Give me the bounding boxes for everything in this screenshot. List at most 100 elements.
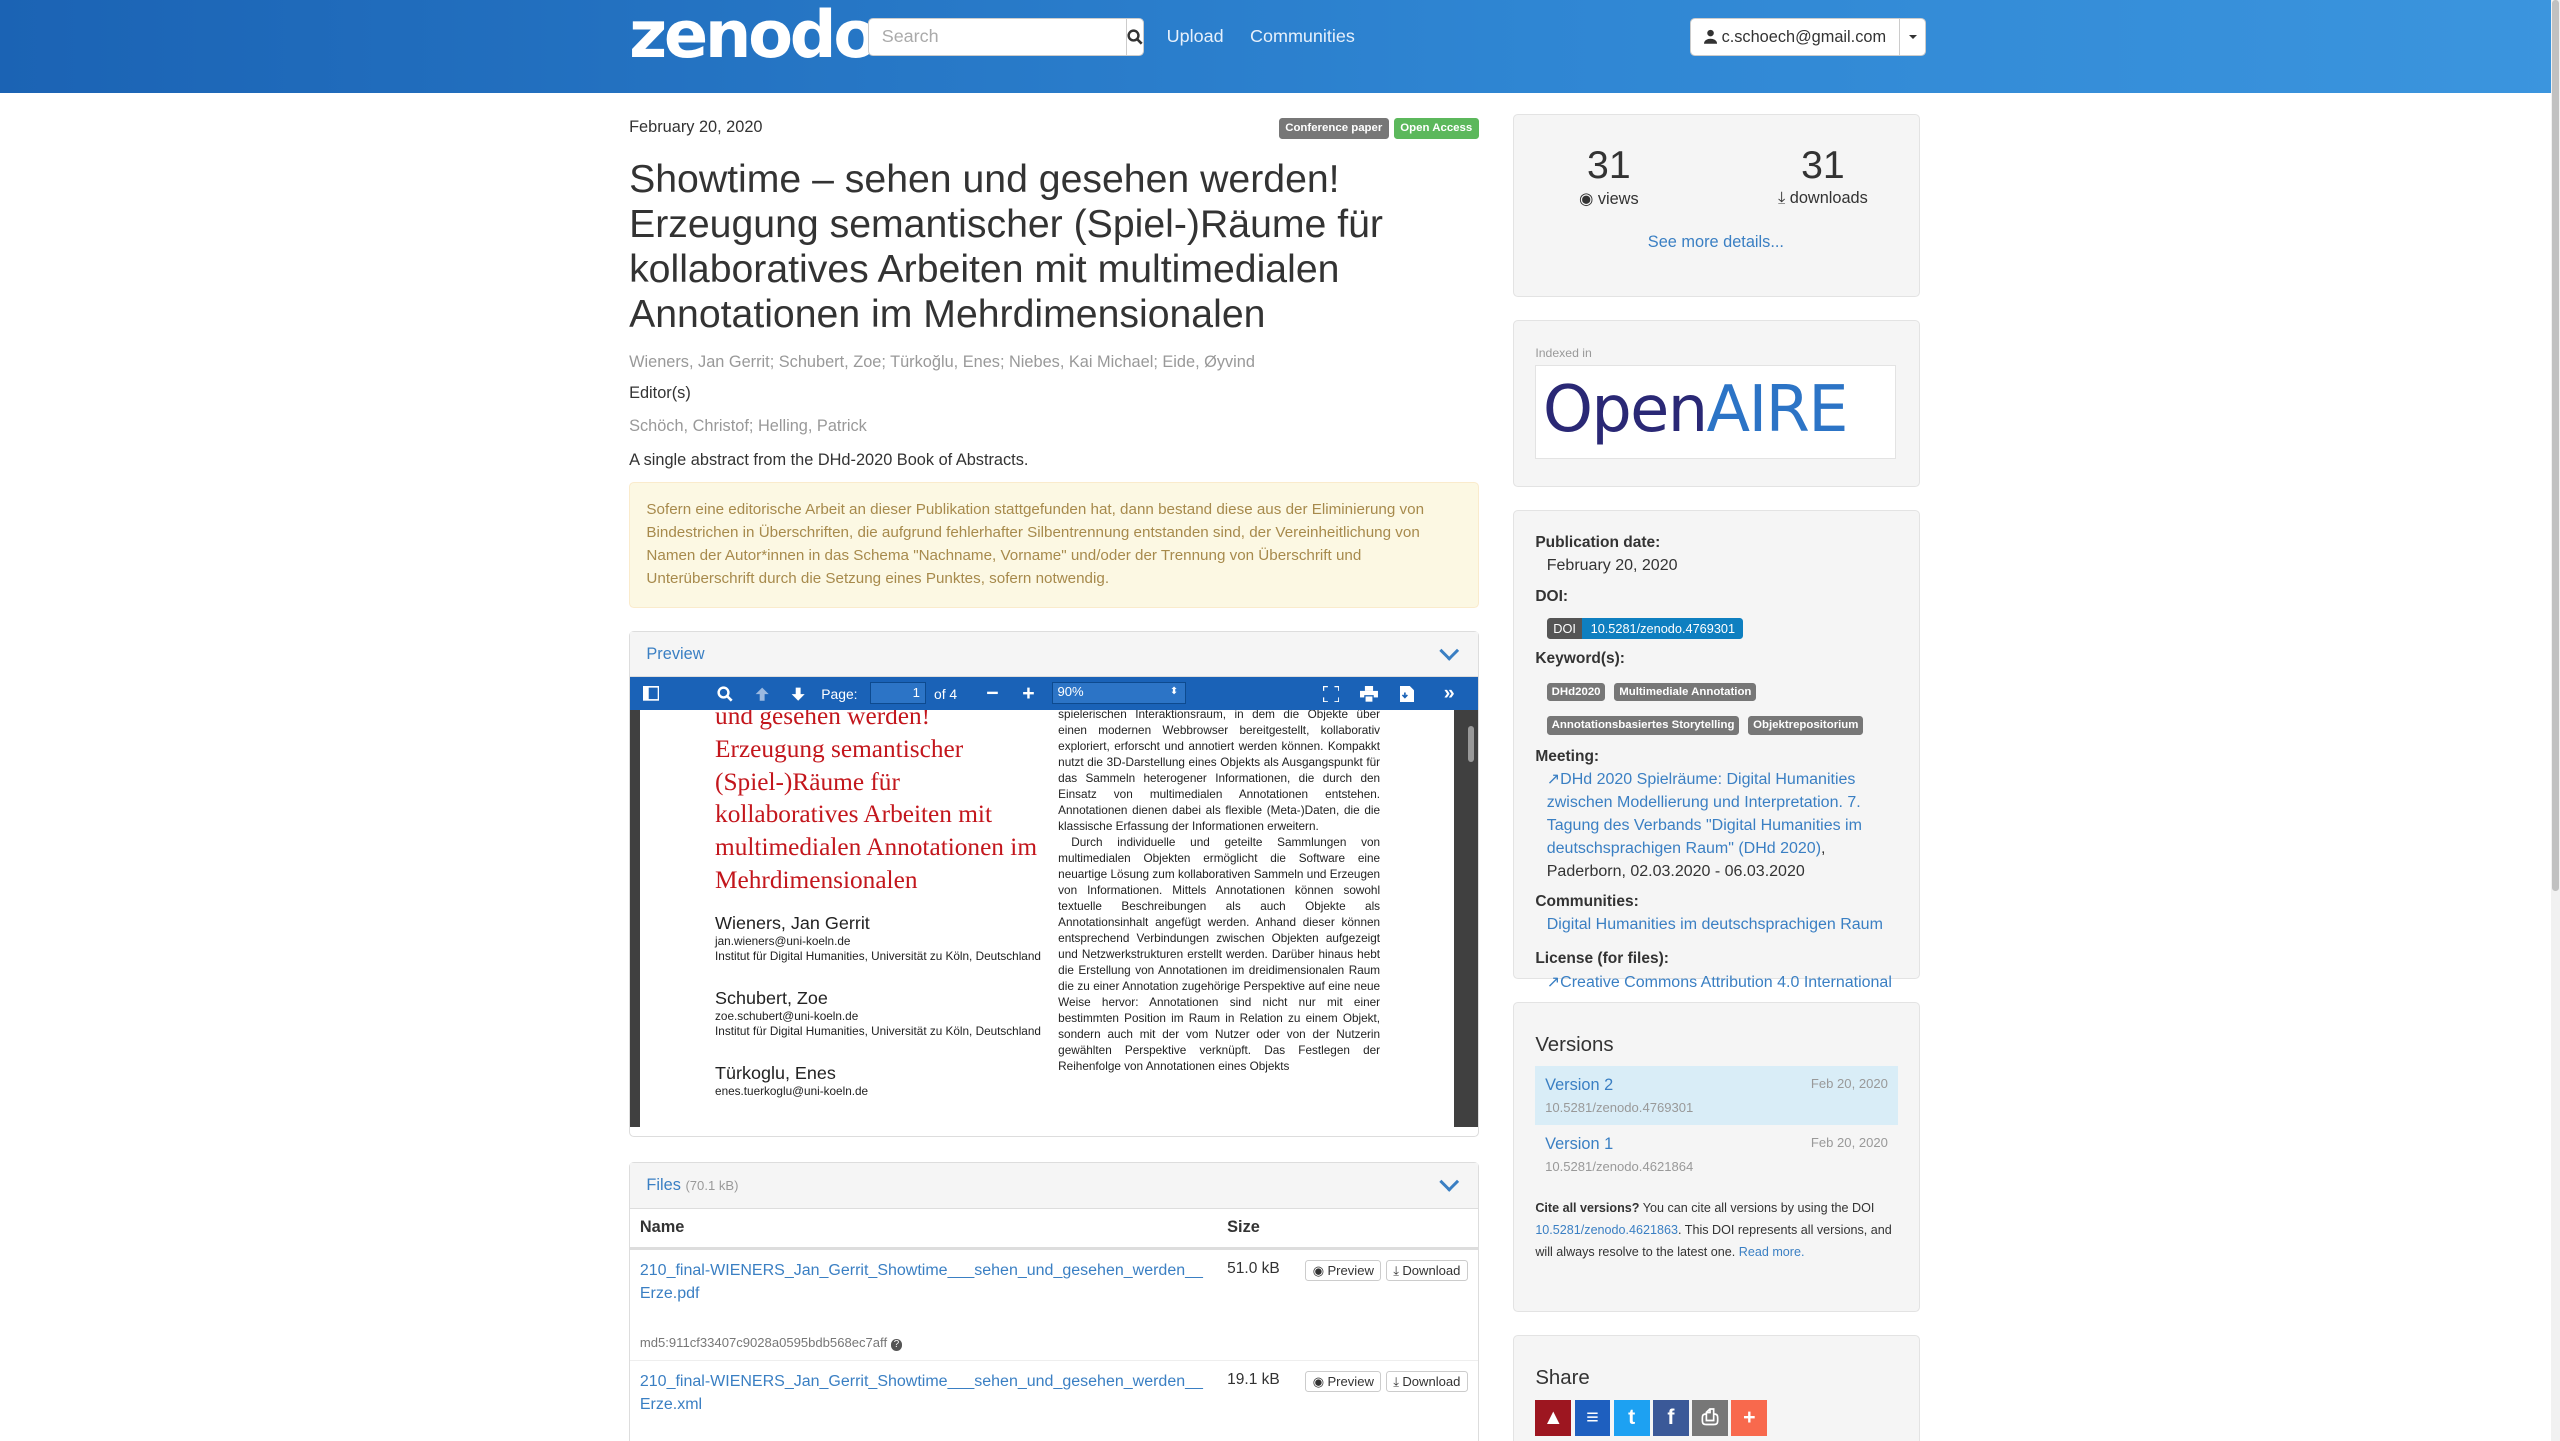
- file-preview-button[interactable]: ◉ Preview: [1305, 1371, 1382, 1393]
- user-dropdown-toggle[interactable]: [1900, 17, 1927, 56]
- help-icon[interactable]: ?: [890, 1339, 903, 1351]
- pdf-page: und gesehen werden! Erzeugung semantisch…: [639, 710, 1454, 1127]
- pdf-right-column: spielerischen Interaktionsraum, in dem d…: [1058, 710, 1380, 1075]
- pdf-author-institution: Institut für Digital Humanities, Univers…: [715, 1025, 1041, 1039]
- tools-menu-icon[interactable]: »: [1444, 682, 1455, 705]
- fullscreen-icon[interactable]: [1322, 685, 1340, 702]
- find-icon[interactable]: [717, 686, 733, 702]
- openaire-logo[interactable]: OpenAIRE: [1535, 364, 1897, 460]
- chevron-down-icon: [1908, 34, 1917, 40]
- zenodo-logo[interactable]: zenodo: [629, 0, 878, 72]
- license-link[interactable]: ↗Creative Commons Attribution 4.0 Intern…: [1547, 972, 1898, 995]
- share-box: Share ▲ ≡ t f ⎙ +: [1513, 1334, 1920, 1441]
- facebook-icon[interactable]: f: [1652, 1399, 1689, 1436]
- user-button[interactable]: c.schoech@gmail.com: [1689, 17, 1901, 56]
- license-heading: License (for files):: [1535, 950, 1669, 968]
- external-link-icon: ↗: [1546, 771, 1561, 789]
- chevron-down-icon: [1439, 1171, 1460, 1193]
- user-menu: c.schoech@gmail.com: [1689, 17, 1927, 56]
- pdf-viewer[interactable]: und gesehen werden! Erzeugung semantisch…: [630, 710, 1478, 1127]
- file-link[interactable]: 210_final-WIENERS_Jan_Gerrit_Showtime___…: [640, 1373, 1203, 1413]
- file-preview-button[interactable]: ◉ Preview: [1305, 1259, 1382, 1282]
- search-button[interactable]: [1126, 17, 1145, 56]
- print-icon[interactable]: ⎙: [1692, 1399, 1729, 1436]
- file-link[interactable]: 210_final-WIENERS_Jan_Gerrit_Showtime___…: [640, 1262, 1203, 1302]
- top-navbar: zenodo Upload Communities c.schoech@gmai…: [0, 0, 2560, 94]
- version-row[interactable]: Version 2 10.5281/zenodo.4769301 Feb 20, …: [1535, 1066, 1898, 1125]
- editors-heading: Editor(s): [629, 383, 691, 402]
- print-icon[interactable]: [1360, 685, 1379, 702]
- doi-heading: DOI:: [1535, 587, 1569, 605]
- versions-box: Versions Version 2 10.5281/zenodo.4769301…: [1513, 1001, 1920, 1313]
- doi-badge[interactable]: DOI 10.5281/zenodo.4769301: [1546, 617, 1744, 640]
- community-link[interactable]: Digital Humanities im deutschsprachigen …: [1547, 914, 1898, 937]
- zoom-select[interactable]: 90% ⬍: [1051, 682, 1186, 704]
- pdf-author-email: enes.tuerkoglu@uni-koeln.de: [715, 1084, 869, 1098]
- select-arrows-icon: ⬍: [1169, 686, 1179, 698]
- read-more-link[interactable]: Read more.: [1739, 1245, 1805, 1259]
- mendeley-icon[interactable]: ▲: [1535, 1399, 1572, 1436]
- pdf-left-column: und gesehen werden! Erzeugung semantisch…: [715, 710, 1042, 1099]
- upload-link[interactable]: Upload: [1167, 26, 1224, 47]
- file-download-button[interactable]: ⤓ Download: [1385, 1371, 1468, 1393]
- version-row[interactable]: Version 1 10.5281/zenodo.4621864 Feb 20, …: [1535, 1125, 1897, 1183]
- concept-doi-link[interactable]: 10.5281/zenodo.4621863: [1535, 1223, 1678, 1237]
- next-page-icon[interactable]: [790, 686, 806, 702]
- downloads-count: 31: [1801, 144, 1845, 188]
- files-panel-header[interactable]: Files (70.1 kB): [630, 1162, 1478, 1209]
- page-scrollbar-thumb[interactable]: [2552, 0, 2559, 891]
- search-input[interactable]: [867, 17, 1127, 56]
- see-more-details-link[interactable]: See more details...: [1514, 233, 1918, 252]
- zoom-value: 90%: [1057, 684, 1084, 700]
- eye-icon: ◉: [1579, 189, 1594, 208]
- search-icon: [1127, 29, 1143, 45]
- zoom-in-icon[interactable]: +: [1022, 681, 1034, 706]
- keyword-badge[interactable]: Objektrepositorium: [1748, 716, 1864, 735]
- communities-heading: Communities:: [1535, 893, 1639, 911]
- stats-box: 31 ◉ views 31 ⤓ downloads See more detai…: [1513, 114, 1920, 298]
- views-stat: 31 ◉ views: [1527, 143, 1690, 209]
- sidebar-toggle-icon[interactable]: [643, 686, 660, 702]
- version-link[interactable]: Version 2: [1545, 1076, 1693, 1095]
- pdf-author-name: Wieners, Jan Gerrit: [715, 912, 870, 933]
- pdf-author-name: Türkoglu, Enes: [715, 1062, 836, 1083]
- zoom-out-icon[interactable]: −: [986, 681, 998, 706]
- downloads-label: downloads: [1789, 188, 1868, 207]
- pdf-author-email: jan.wieners@uni-koeln.de: [715, 934, 851, 948]
- page-scrollbar[interactable]: [2550, 0, 2560, 1441]
- publication-date-heading: Publication date:: [1535, 533, 1661, 551]
- meeting-link[interactable]: ↗DHd 2020 Spielräume: Digital Humanities…: [1547, 771, 1862, 857]
- description: A single abstract from the DHd-2020 Book…: [629, 450, 1029, 469]
- pdf-paragraph: spielerischen Interaktionsraum, in dem d…: [1058, 710, 1381, 833]
- keyword-badge[interactable]: Annotationsbasiertes Storytelling: [1546, 716, 1740, 735]
- keyword-badge[interactable]: Multimediale Annotation: [1614, 682, 1757, 702]
- addthis-icon[interactable]: +: [1731, 1399, 1768, 1436]
- meeting-heading: Meeting:: [1535, 747, 1600, 765]
- page-number-input[interactable]: [870, 682, 926, 704]
- twitter-icon[interactable]: t: [1613, 1399, 1650, 1436]
- citeulike-icon[interactable]: ≡: [1574, 1399, 1611, 1436]
- external-link-icon: ↗: [1546, 973, 1561, 991]
- authors: Wieners, Jan Gerrit; Schubert, Zoe; Türk…: [629, 352, 1255, 371]
- files-table: Name Size 210_final-WIENERS_Jan_Gerrit_S…: [630, 1208, 1478, 1427]
- pdf-toolbar: Page: of 4 − + 90% ⬍ »: [630, 677, 1478, 711]
- communities-link[interactable]: Communities: [1250, 26, 1355, 47]
- version-link[interactable]: Version 1: [1545, 1135, 1693, 1154]
- keyword-badge[interactable]: DHd2020: [1546, 682, 1606, 702]
- keywords-heading: Keyword(s):: [1535, 649, 1625, 667]
- preview-panel-header[interactable]: Preview: [630, 631, 1478, 678]
- pdf-title-top: und gesehen werden!: [715, 710, 931, 731]
- column-header-size: Size: [1217, 1208, 1296, 1251]
- previous-page-icon[interactable]: [754, 686, 770, 702]
- preview-heading: Preview: [646, 644, 705, 663]
- pdf-scrollbar[interactable]: [1467, 726, 1475, 763]
- page-count: of 4: [934, 685, 958, 702]
- download-icon[interactable]: [1399, 685, 1415, 702]
- version-doi: 10.5281/zenodo.4769301: [1545, 1100, 1694, 1116]
- metadata-box: Publication date: February 20, 2020 DOI:…: [1513, 509, 1920, 991]
- user-email: c.schoech@gmail.com: [1721, 27, 1887, 46]
- search-bar: [867, 17, 1145, 56]
- file-download-button[interactable]: ⤓ Download: [1385, 1259, 1468, 1282]
- pdf-title: Erzeugung semantischer (Spiel-)Räume für…: [715, 735, 1038, 894]
- access-badge: Open Access: [1393, 117, 1479, 139]
